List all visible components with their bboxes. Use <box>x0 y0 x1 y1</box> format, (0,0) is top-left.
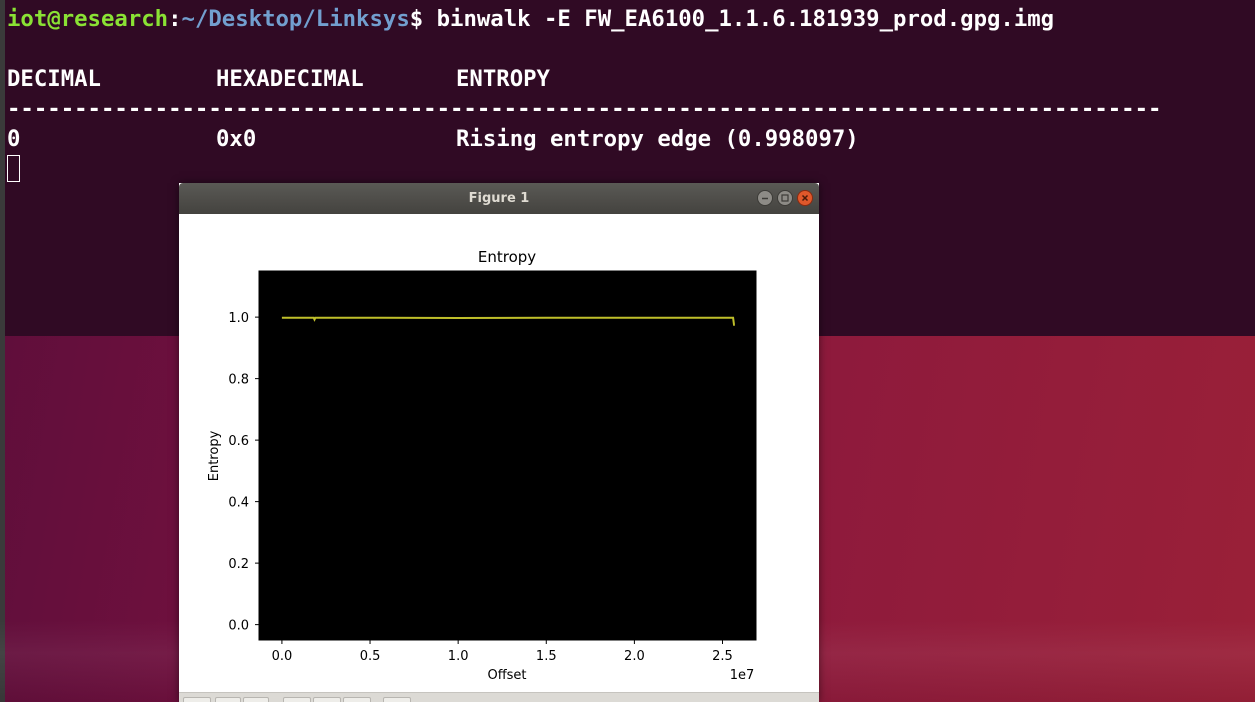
save-button[interactable] <box>383 697 411 702</box>
y-tick-label: 0.8 <box>228 373 249 388</box>
x-tick-label: 0.0 <box>272 649 293 664</box>
figure-window[interactable]: Figure 1 Entropy 0.0 0.5 1.0 1.5 2.0 2.5 0.0 0… <box>179 183 819 702</box>
plot-axes <box>258 270 757 641</box>
y-tick-label: 0.4 <box>228 496 249 511</box>
y-tick-label: 1.0 <box>228 311 249 326</box>
prompt-path: ~/Desktop/Linksys <box>181 6 410 32</box>
x-tick-label: 1.0 <box>448 649 469 664</box>
y-axis-label: Entropy <box>207 430 222 481</box>
pan-button[interactable] <box>283 697 311 702</box>
header-hexadecimal: HEXADECIMAL <box>216 66 364 92</box>
minimize-button[interactable] <box>757 190 773 206</box>
row-hex: 0x0 <box>216 126 257 152</box>
y-tick-label: 0.2 <box>228 557 249 572</box>
x-axis-label: Offset <box>487 668 526 683</box>
row-decimal: 0 <box>7 126 21 152</box>
y-tick-label: 0.6 <box>228 434 249 449</box>
maximize-icon <box>781 194 789 202</box>
command-line: iot@research:~/Desktop/Linksys$ binwalk … <box>7 4 1054 34</box>
y-axis-ticks: 0.0 0.2 0.4 0.6 0.8 1.0 <box>228 311 259 634</box>
prompt-dollar: $ <box>409 6 437 32</box>
x-tick-label: 2.0 <box>624 649 645 664</box>
command-text: binwalk -E FW_EA6100_1.1.6.181939_prod.g… <box>436 6 1055 32</box>
close-icon <box>801 194 809 202</box>
window-title: Figure 1 <box>468 191 530 206</box>
x-axis-ticks: 0.0 0.5 1.0 1.5 2.0 2.5 <box>272 640 733 664</box>
zoom-button[interactable] <box>313 697 341 702</box>
home-button[interactable] <box>183 697 211 702</box>
forward-button[interactable] <box>243 697 269 702</box>
chart-title: Entropy <box>478 248 536 266</box>
x-tick-label: 0.5 <box>360 649 381 664</box>
x-tick-label: 1.5 <box>536 649 557 664</box>
row-description: Rising entropy edge (0.998097) <box>456 126 859 152</box>
configure-button[interactable] <box>343 697 371 702</box>
window-titlebar[interactable]: Figure 1 <box>179 183 819 214</box>
header-decimal: DECIMAL <box>7 66 101 92</box>
x-tick-label: 2.5 <box>712 649 733 664</box>
separator-line: ----------------------------------------… <box>7 96 1162 122</box>
terminal-cursor <box>7 155 20 182</box>
back-button[interactable] <box>215 697 241 702</box>
prompt-separator: : <box>168 6 182 32</box>
minimize-icon <box>762 197 768 200</box>
close-button[interactable] <box>797 190 813 206</box>
figure-toolbar <box>179 692 819 702</box>
x-offset-label: 1e7 <box>730 668 755 683</box>
prompt-user: iot@research <box>7 6 169 32</box>
entropy-plot[interactable]: Entropy 0.0 0.5 1.0 1.5 2.0 2.5 0.00.20.40.60… <box>179 214 819 692</box>
maximize-button[interactable] <box>777 190 793 206</box>
header-entropy: ENTROPY <box>456 66 550 92</box>
y-tick-label: 0.0 <box>228 619 249 634</box>
